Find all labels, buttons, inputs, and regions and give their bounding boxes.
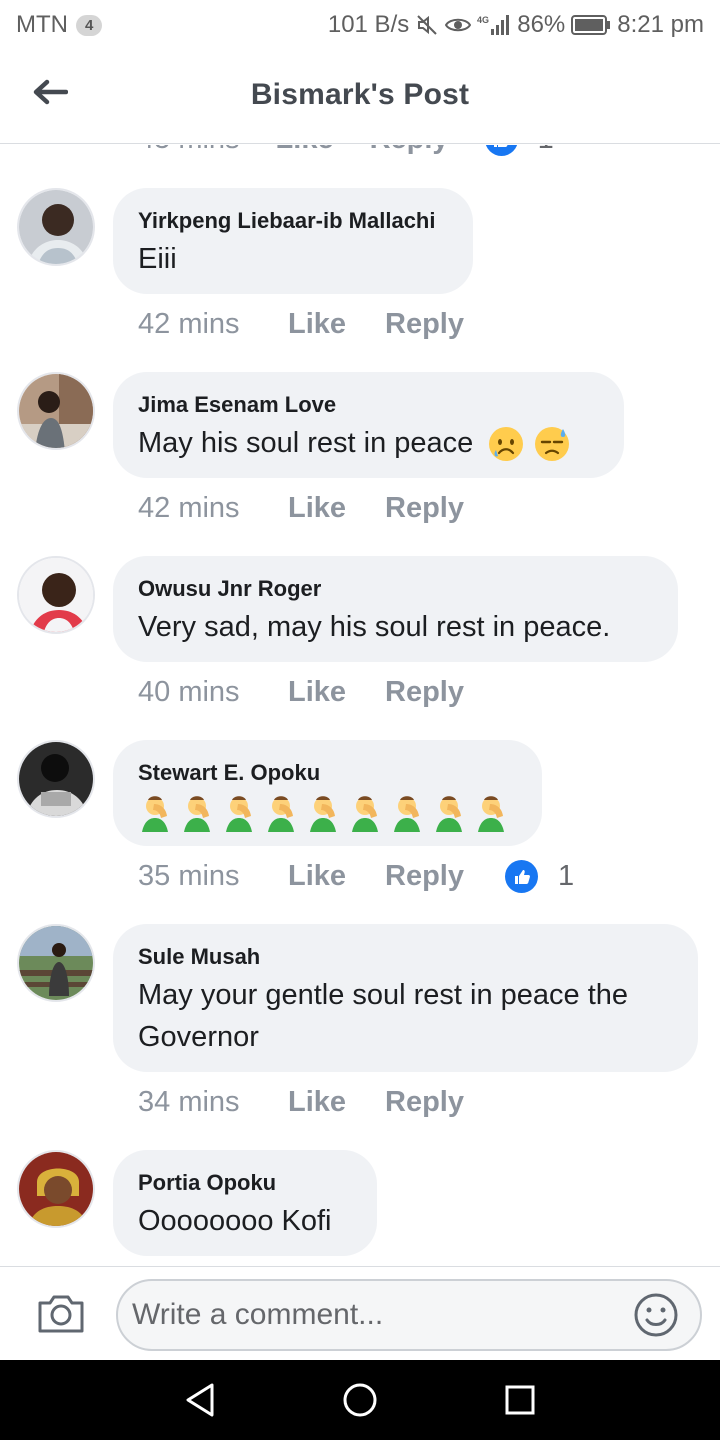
nav-home-button[interactable] <box>340 1380 380 1420</box>
comment-bubble: Owusu Jnr Roger Very sad, may his soul r… <box>113 556 678 662</box>
square-recents-icon <box>505 1385 535 1415</box>
like-button[interactable]: Like <box>288 308 385 341</box>
facepalm-emoji-icon <box>142 796 168 832</box>
status-bar: MTN 4 101 B/s 4G 86% 8:21 pm <box>0 0 720 50</box>
page-title: Bismark's Post <box>250 78 470 111</box>
camera-button[interactable] <box>36 1291 86 1335</box>
comment-actions: 40 mins Like Reply <box>138 676 488 709</box>
reply-button[interactable]: Reply <box>385 492 488 525</box>
comment-actions: 42 mins Like Reply <box>138 308 488 341</box>
facepalm-emoji-icon <box>436 796 462 832</box>
net-speed: 101 B/s <box>327 11 410 38</box>
camera-icon <box>38 1295 84 1333</box>
reaction-count: 1 <box>558 860 575 892</box>
carrier: MTN 4 <box>16 11 103 39</box>
reaction-count: 1 <box>538 145 554 156</box>
reaction-summary[interactable]: 1 <box>484 145 554 156</box>
comment-text: May your gentle soul rest in peace the G… <box>138 979 629 1053</box>
comment-time: 42 mins <box>138 492 240 524</box>
triangle-back-icon <box>186 1383 214 1417</box>
comment-text: Eiii <box>138 243 177 275</box>
reply-button[interactable]: Reply <box>385 676 488 709</box>
thumbs-up-icon <box>484 145 518 156</box>
clock: 8:21 pm <box>617 11 704 38</box>
reply-button[interactable]: Reply <box>385 308 488 341</box>
like-button[interactable]: Like <box>276 145 334 156</box>
comment-bubble: Jima Esenam Love May his soul rest in pe… <box>113 372 624 478</box>
comment-actions: 34 mins Like Reply <box>138 1086 488 1119</box>
comment-time: 34 mins <box>138 1086 240 1118</box>
comment-time: 45 mins <box>138 145 240 156</box>
eye-icon <box>445 14 472 36</box>
comment-author[interactable]: Yirkpeng Liebaar-ib Mallachi <box>138 206 447 236</box>
comment-text: Oooooooo Kofi <box>138 1205 332 1237</box>
sad-face-emoji-icon <box>489 427 524 462</box>
comment-bubble: Sule Musah May your gentle soul rest in … <box>113 924 698 1072</box>
like-button[interactable]: Like <box>288 492 385 525</box>
comment-time: 40 mins <box>138 676 240 708</box>
signal-icon: 4G <box>477 13 511 37</box>
comment-composer <box>0 1266 720 1360</box>
comment-input[interactable] <box>116 1279 702 1351</box>
comment-text-row: May his soul rest in peace <box>138 422 598 464</box>
previous-comment-actions: 45 mins Like Reply 1 <box>138 145 554 156</box>
reply-button[interactable]: Reply <box>385 860 505 893</box>
comment-author[interactable]: Owusu Jnr Roger <box>138 574 652 604</box>
status-right: 101 B/s 4G 86% 8:21 pm <box>328 11 704 39</box>
comment-text: May his soul rest in peace <box>138 427 474 459</box>
facepalm-emoji-icon <box>226 796 252 832</box>
facepalm-emoji-icon <box>184 796 210 832</box>
avatar[interactable] <box>17 188 95 266</box>
avatar[interactable] <box>17 556 95 634</box>
avatar[interactable] <box>17 1150 95 1228</box>
reply-button[interactable]: Reply <box>370 145 449 156</box>
comment-feed[interactable]: 45 mins Like Reply 1 Yirkpeng Liebaar-ib… <box>0 145 720 1265</box>
comment-bubble: Portia Opoku Oooooooo Kofi <box>113 1150 377 1256</box>
like-button[interactable]: Like <box>288 860 385 893</box>
avatar[interactable] <box>17 372 95 450</box>
avatar[interactable] <box>17 740 95 818</box>
facepalm-emoji-icon <box>478 796 504 832</box>
smiley-icon <box>634 1293 678 1337</box>
sim-badge: 4 <box>75 14 103 36</box>
comment-actions: 42 mins Like Reply <box>138 492 488 525</box>
comment-bubble: Yirkpeng Liebaar-ib Mallachi Eiii <box>113 188 473 294</box>
reply-button[interactable]: Reply <box>385 1086 488 1119</box>
nav-back-button[interactable] <box>180 1380 220 1420</box>
post-header: Bismark's Post <box>0 50 720 144</box>
circle-home-icon <box>343 1383 377 1417</box>
comment-bubble: Stewart E. Opoku <box>113 740 542 846</box>
comment-time: 42 mins <box>138 308 240 340</box>
mute-icon <box>415 13 439 37</box>
emoji-row <box>138 794 516 832</box>
like-button[interactable]: Like <box>288 676 385 709</box>
battery-icon <box>571 14 611 36</box>
facepalm-emoji-icon <box>352 796 378 832</box>
like-button[interactable]: Like <box>288 1086 385 1119</box>
reaction-summary[interactable]: 1 <box>505 860 574 893</box>
facepalm-emoji-icon <box>394 796 420 832</box>
comment-author[interactable]: Jima Esenam Love <box>138 390 598 420</box>
emoji-button[interactable] <box>632 1291 680 1339</box>
comment-actions: 35 mins Like Reply 1 <box>138 860 574 893</box>
comment-author[interactable]: Portia Opoku <box>138 1168 351 1198</box>
comment-text: Very sad, may his soul rest in peace. <box>138 611 611 643</box>
thumbs-up-icon <box>505 860 538 893</box>
nav-recents-button[interactable] <box>500 1380 540 1420</box>
system-nav-bar <box>0 1360 720 1440</box>
svg-text:4G: 4G <box>477 15 489 25</box>
facepalm-emoji-icon <box>268 796 294 832</box>
comment-author[interactable]: Sule Musah <box>138 942 672 972</box>
comment-author[interactable]: Stewart E. Opoku <box>138 758 516 788</box>
carrier-name: MTN <box>16 11 68 38</box>
comment-time: 35 mins <box>138 860 240 892</box>
downcast-sweat-emoji-icon <box>535 427 570 462</box>
avatar[interactable] <box>17 924 95 1002</box>
battery-percent: 86% <box>517 11 566 38</box>
facepalm-emoji-icon <box>310 796 336 832</box>
